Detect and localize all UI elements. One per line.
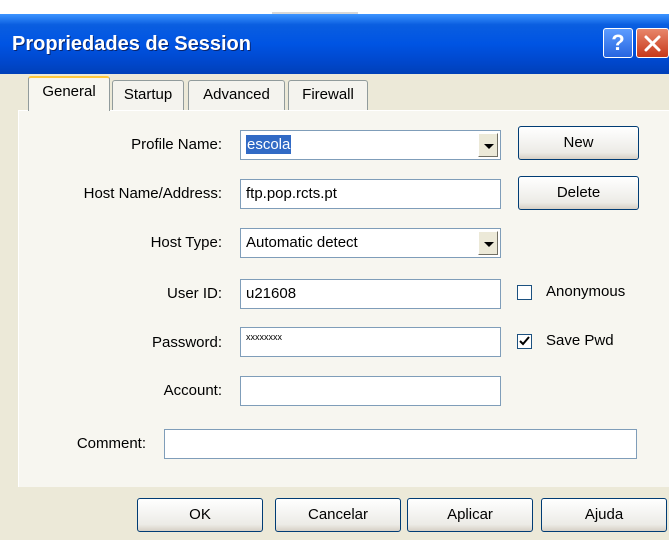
close-button[interactable] — [636, 28, 669, 58]
tab-label: General — [42, 83, 96, 100]
password-label: Password: — [151, 334, 222, 351]
chevron-down-icon[interactable] — [478, 231, 498, 255]
tab-general[interactable]: General — [28, 76, 110, 111]
apply-button[interactable]: Aplicar — [407, 498, 533, 532]
host-type-select[interactable]: Automatic detect — [240, 228, 501, 258]
tab-advanced[interactable]: Advanced — [188, 80, 285, 110]
help-button[interactable]: ? — [603, 28, 633, 58]
title-bar: Propriedades de Session ? — [0, 14, 669, 74]
tab-label: Advanced — [203, 86, 270, 103]
new-button[interactable]: New — [518, 126, 639, 160]
account-field[interactable] — [240, 376, 501, 406]
new-button-label: New — [563, 134, 594, 151]
anonymous-checkbox[interactable] — [517, 285, 532, 300]
help-dialog-button[interactable]: Ajuda — [541, 498, 667, 532]
host-type-label: Host Type: — [150, 234, 222, 251]
delete-button-label: Delete — [556, 184, 601, 201]
ok-button-label: OK — [189, 506, 211, 523]
password-field[interactable]: xxxxxxxx — [240, 327, 501, 357]
chevron-down-icon[interactable] — [478, 133, 498, 157]
help-button-label: Ajuda — [584, 506, 624, 523]
tab-label: Firewall — [302, 86, 354, 103]
tab-firewall[interactable]: Firewall — [288, 80, 368, 110]
close-icon — [644, 35, 661, 52]
top-strip — [0, 0, 669, 14]
help-icon: ? — [611, 30, 625, 55]
user-id-value: u21608 — [246, 285, 297, 302]
profile-name-select[interactable]: escola — [240, 130, 501, 160]
user-id-label: User ID: — [166, 285, 222, 302]
host-name-value: ftp.pop.rcts.pt — [246, 185, 337, 202]
save-pwd-label: Save Pwd — [546, 332, 614, 349]
ok-button[interactable]: OK — [137, 498, 263, 532]
delete-button[interactable]: Delete — [518, 176, 639, 210]
comment-label: Comment: — [76, 435, 146, 452]
anonymous-label: Anonymous — [546, 283, 626, 300]
profile-name-label: Profile Name: — [131, 136, 222, 153]
checkmark-icon — [519, 336, 530, 346]
password-value: xxxxxxxx — [246, 332, 282, 342]
comment-field[interactable] — [164, 429, 637, 459]
apply-button-label: Aplicar — [447, 506, 493, 523]
host-name-field[interactable]: ftp.pop.rcts.pt — [240, 179, 501, 209]
save-pwd-checkbox[interactable] — [517, 334, 532, 349]
account-label: Account: — [163, 382, 222, 399]
tab-startup[interactable]: Startup — [112, 80, 184, 110]
profile-name-value: escola — [246, 135, 292, 154]
user-id-field[interactable]: u21608 — [240, 279, 501, 309]
host-type-value: Automatic detect — [246, 234, 358, 251]
cancel-button-label: Cancelar — [307, 506, 369, 523]
host-name-label: Host Name/Address: — [83, 185, 222, 202]
window-title: Propriedades de Session — [12, 33, 251, 55]
cancel-button[interactable]: Cancelar — [275, 498, 401, 532]
tab-label: Startup — [123, 86, 173, 103]
